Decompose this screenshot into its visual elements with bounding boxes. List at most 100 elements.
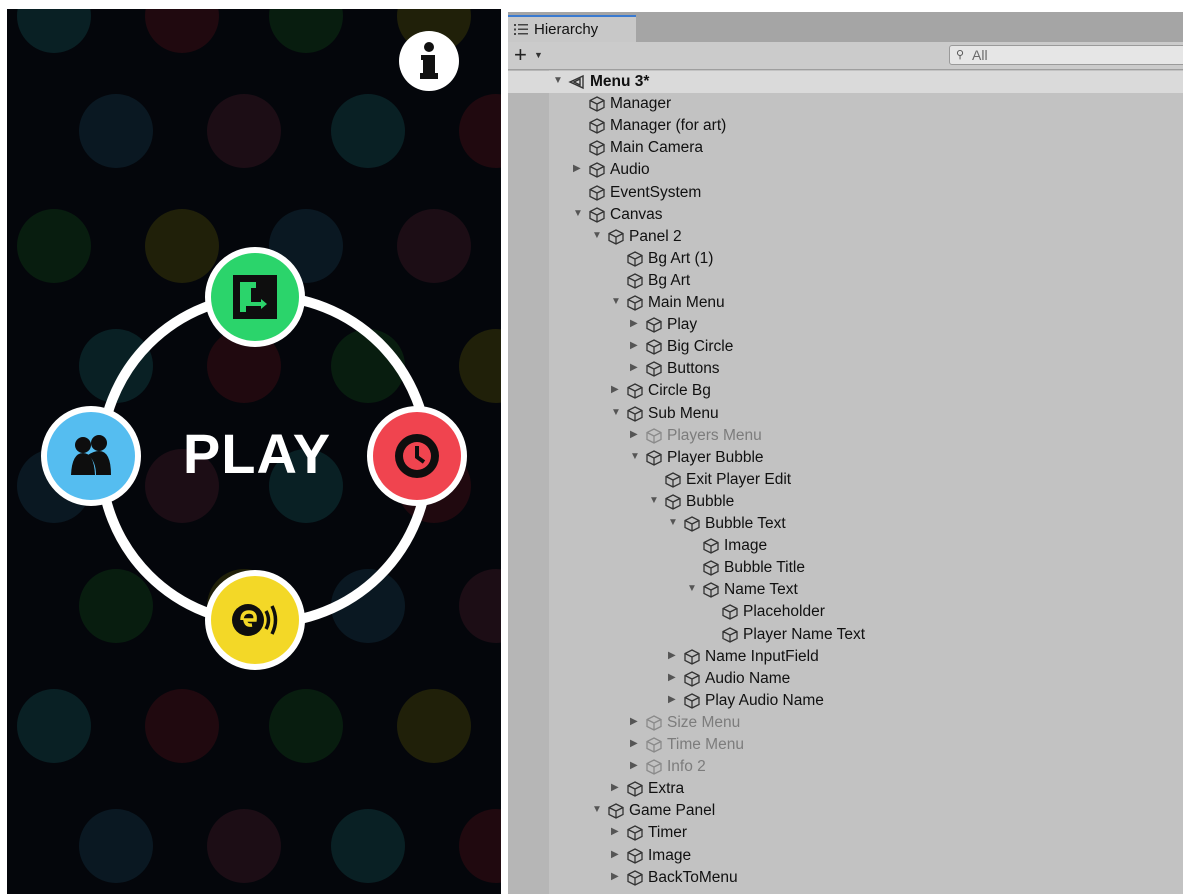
hierarchy-row[interactable]: Bg Art — [508, 270, 1183, 292]
gameobject-cube-icon — [645, 714, 663, 732]
hierarchy-row[interactable]: ▶ Image — [508, 845, 1183, 867]
expanded-arrow-icon[interactable]: ▼ — [592, 804, 604, 815]
collapsed-arrow-icon[interactable]: ▶ — [630, 362, 642, 373]
hierarchy-row-label: Play — [667, 316, 698, 334]
gameobject-cube-icon — [683, 648, 701, 666]
expanded-arrow-icon[interactable]: ▼ — [553, 75, 565, 86]
add-object-button[interactable]: + — [514, 43, 527, 67]
hierarchy-row-label: Info 2 — [667, 758, 706, 776]
background-dot — [145, 209, 219, 283]
expanded-arrow-icon[interactable]: ▼ — [573, 208, 585, 219]
collapsed-arrow-icon[interactable]: ▶ — [668, 672, 680, 683]
collapsed-arrow-icon[interactable]: ▶ — [611, 871, 623, 882]
hierarchy-row[interactable]: ▼ Game Panel — [508, 800, 1183, 822]
hierarchy-row[interactable]: ▶ Big Circle — [508, 336, 1183, 358]
hierarchy-row[interactable]: Bubble Title — [508, 557, 1183, 579]
hierarchy-row[interactable]: Player Name Text — [508, 624, 1183, 646]
info-icon — [420, 42, 438, 79]
hierarchy-row[interactable]: ▶ Info 2 — [508, 756, 1183, 778]
tab-hierarchy[interactable]: Hierarchy — [508, 15, 636, 42]
hierarchy-row[interactable]: ▶ Play — [508, 314, 1183, 336]
chevron-down-icon[interactable]: ▼ — [534, 50, 543, 60]
background-dot — [17, 9, 91, 53]
hierarchy-row-label: Bubble — [686, 492, 735, 510]
hierarchy-row[interactable]: Image — [508, 535, 1183, 557]
hierarchy-row[interactable]: ▶ Time Menu — [508, 734, 1183, 756]
clock-icon — [395, 434, 439, 478]
collapsed-arrow-icon[interactable]: ▶ — [630, 760, 642, 771]
collapsed-arrow-icon[interactable]: ▶ — [611, 782, 623, 793]
hierarchy-row[interactable]: ▼ Player Bubble — [508, 447, 1183, 469]
gameobject-cube-icon — [645, 360, 663, 378]
collapsed-arrow-icon[interactable]: ▶ — [611, 849, 623, 860]
gameobject-cube-icon — [702, 581, 720, 599]
hierarchy-row-label: Main Camera — [610, 139, 704, 157]
collapsed-arrow-icon[interactable]: ▶ — [630, 340, 642, 351]
collapsed-arrow-icon[interactable]: ▶ — [630, 429, 642, 440]
expanded-arrow-icon[interactable]: ▼ — [592, 230, 604, 241]
gameobject-cube-icon — [626, 294, 644, 312]
hierarchy-row[interactable]: ▼ Panel 2 — [508, 226, 1183, 248]
search-box[interactable]: ⚲ — [949, 45, 1183, 65]
hierarchy-row[interactable]: ▼ Main Menu — [508, 292, 1183, 314]
collapsed-arrow-icon[interactable]: ▶ — [611, 384, 623, 395]
collapsed-arrow-icon[interactable]: ▶ — [630, 318, 642, 329]
hierarchy-row-label: Audio — [610, 161, 650, 179]
hierarchy-row[interactable]: ▼ Bubble — [508, 491, 1183, 513]
expanded-arrow-icon[interactable]: ▼ — [687, 583, 699, 594]
expanded-arrow-icon[interactable]: ▼ — [649, 495, 661, 506]
hierarchy-row-label: Manager (for art) — [610, 117, 727, 135]
gameobject-cube-icon — [588, 161, 606, 179]
collapsed-arrow-icon[interactable]: ▶ — [668, 650, 680, 661]
hierarchy-row[interactable]: ▶ Play Audio Name — [508, 690, 1183, 712]
hierarchy-row-label: Canvas — [610, 205, 663, 223]
audio-mode-button[interactable] — [205, 570, 305, 670]
scene-row[interactable]: ▼ Menu 3* — [508, 71, 1183, 93]
gameobject-cube-icon — [645, 427, 663, 445]
gameobject-cube-icon — [664, 493, 682, 511]
hierarchy-row[interactable]: ▶ Audio Name — [508, 668, 1183, 690]
play-button-label[interactable]: PLAY — [157, 421, 357, 486]
hierarchy-row[interactable]: ▶ Name InputField — [508, 646, 1183, 668]
hierarchy-row[interactable]: Bg Art (1) — [508, 248, 1183, 270]
hierarchy-row[interactable]: Main Camera — [508, 137, 1183, 159]
hierarchy-row[interactable]: ▶ Players Menu — [508, 425, 1183, 447]
hierarchy-row[interactable]: Exit Player Edit — [508, 469, 1183, 491]
hierarchy-row[interactable]: ▶ BackToMenu — [508, 867, 1183, 889]
hierarchy-row[interactable]: Manager — [508, 93, 1183, 115]
hierarchy-row[interactable]: ▼ Bubble Text — [508, 513, 1183, 535]
collapsed-arrow-icon[interactable]: ▶ — [611, 826, 623, 837]
expanded-arrow-icon[interactable]: ▼ — [630, 451, 642, 462]
collapsed-arrow-icon[interactable]: ▶ — [630, 716, 642, 727]
hierarchy-row-label: Placeholder — [743, 603, 825, 621]
expanded-arrow-icon[interactable]: ▼ — [611, 296, 623, 307]
info-button[interactable] — [399, 31, 459, 91]
hierarchy-row[interactable]: ▼ Canvas — [508, 204, 1183, 226]
gameobject-cube-icon — [588, 184, 606, 202]
hierarchy-row[interactable]: ▶ Extra — [508, 778, 1183, 800]
hierarchy-row[interactable]: ▶ Circle Bg — [508, 380, 1183, 402]
expanded-arrow-icon[interactable]: ▼ — [611, 407, 623, 418]
hierarchy-row[interactable]: Manager (for art) — [508, 115, 1183, 137]
collapsed-arrow-icon[interactable]: ▶ — [668, 694, 680, 705]
gameobject-cube-icon — [721, 603, 739, 621]
background-dot — [459, 809, 501, 883]
hierarchy-row[interactable]: ▶ Timer — [508, 822, 1183, 844]
collapsed-arrow-icon[interactable]: ▶ — [630, 738, 642, 749]
hierarchy-row[interactable]: Placeholder — [508, 601, 1183, 623]
time-mode-button[interactable] — [367, 406, 467, 506]
search-input[interactable] — [972, 47, 1172, 63]
hierarchy-row[interactable]: ▶ Buttons — [508, 358, 1183, 380]
hierarchy-row[interactable]: ▶ Size Menu — [508, 712, 1183, 734]
hierarchy-row[interactable]: ▼ Sub Menu — [508, 403, 1183, 425]
hierarchy-row[interactable]: EventSystem — [508, 182, 1183, 204]
players-mode-button[interactable] — [41, 406, 141, 506]
gameobject-cube-icon — [588, 95, 606, 113]
expanded-arrow-icon[interactable]: ▼ — [668, 517, 680, 528]
background-dot — [207, 94, 281, 168]
collapsed-arrow-icon[interactable]: ▶ — [573, 163, 585, 174]
hierarchy-row[interactable]: ▼ Name Text — [508, 579, 1183, 601]
game-view: PLAY — [7, 9, 501, 894]
hierarchy-row[interactable]: ▶ Audio — [508, 159, 1183, 181]
size-mode-button[interactable] — [205, 247, 305, 347]
